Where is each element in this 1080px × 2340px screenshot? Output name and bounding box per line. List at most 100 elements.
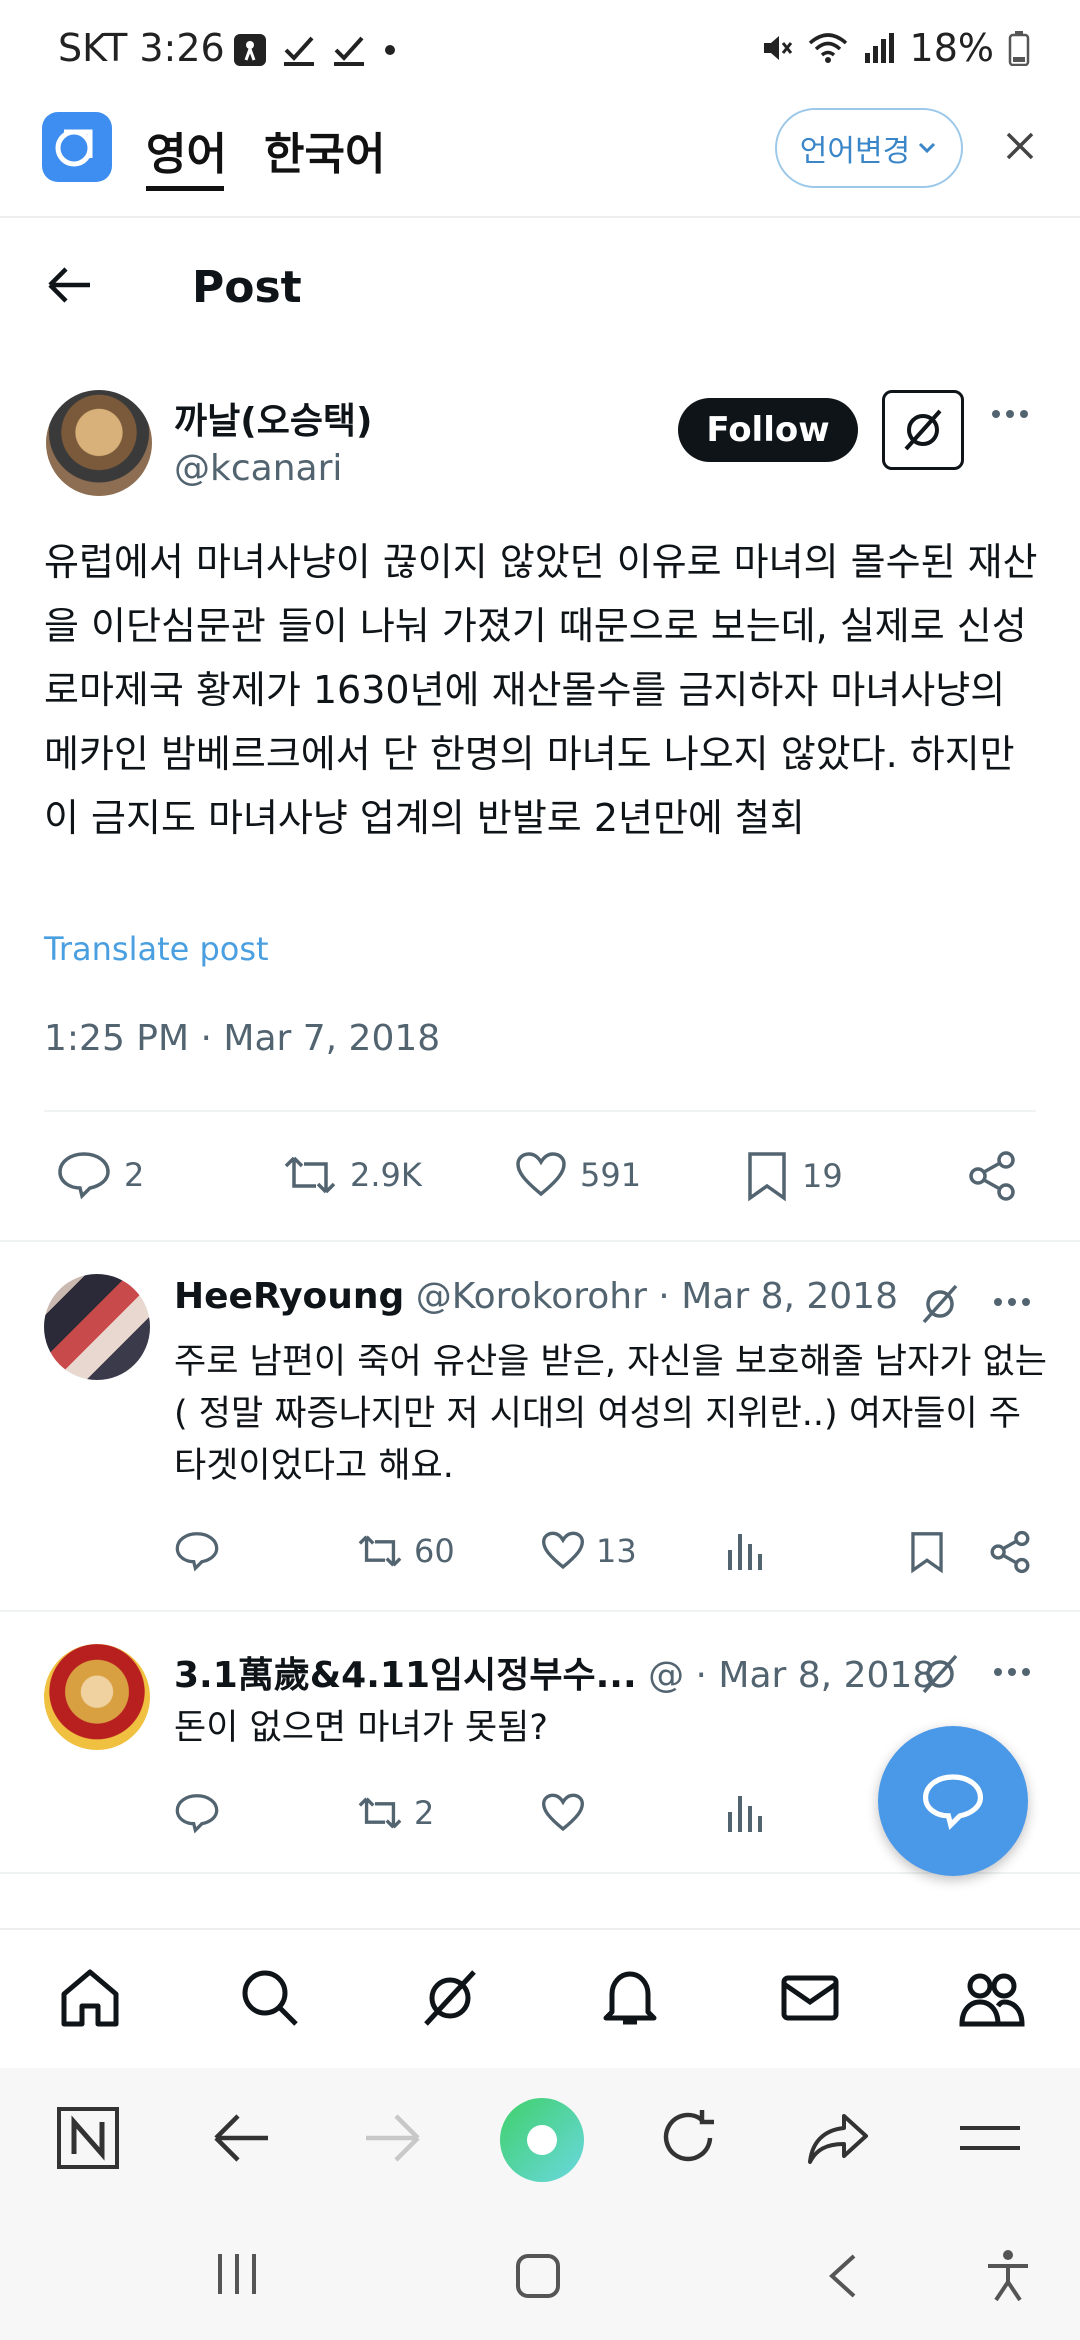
reply-handle-date[interactable]: @Korokorohr · Mar 8, 2018 [416,1276,898,1317]
reply-like-button[interactable] [540,1792,586,1834]
mail-icon [781,1975,839,2021]
system-navigation-bar [0,2208,1080,2340]
nav-notifications[interactable] [598,1966,662,2030]
arrow-right-icon [366,2114,420,2162]
green-dot-button[interactable] [500,2098,584,2182]
grok-icon [904,409,942,451]
naver-home-button[interactable] [56,2106,120,2170]
reply-more-button[interactable] [992,1666,1032,1678]
reply-like-button[interactable]: 13 [540,1530,637,1572]
heart-icon [541,1531,585,1570]
reply-bookmark-button[interactable] [908,1530,946,1574]
author-handle[interactable]: @kcanari [174,448,342,489]
reply-views-button[interactable] [724,1792,764,1834]
tab-korean[interactable]: 한국어 [264,118,385,182]
back-button[interactable] [46,265,96,305]
reply-avatar[interactable] [44,1274,150,1380]
nav-communities[interactable] [958,1966,1026,2030]
reply-repost-button[interactable]: 2 [356,1792,434,1834]
browser-forward-button[interactable] [362,2112,422,2164]
forward-share-icon [808,2114,868,2164]
views-icon [728,1796,762,1832]
reply-handle-date[interactable]: @ · Mar 8, 2018 [648,1655,935,1696]
share-page-button[interactable] [806,2112,870,2166]
close-translate-button[interactable] [1000,126,1040,166]
reply-header: 3.1萬歲&4.11임시정부수... @ · Mar 8, 2018 [174,1646,935,1698]
bookmark-stat[interactable]: 19 [744,1150,843,1202]
more-options-button[interactable] [990,408,1030,420]
reply-stat[interactable]: 2 [56,1150,144,1200]
bell-icon [603,1971,657,2025]
status-right: 18% [760,26,1030,70]
nav-grok[interactable] [418,1966,482,2030]
nav-messages[interactable] [778,1966,842,2030]
reply-grok-button[interactable] [918,1652,962,1696]
translate-bar: 영어 한국어 언어변경 [0,100,1080,218]
reply-reply-button[interactable] [174,1792,220,1834]
system-back-button[interactable] [826,2252,858,2300]
heart-icon [541,1793,585,1832]
reply-views-button[interactable] [724,1530,764,1572]
accessibility-button[interactable] [984,2248,1032,2304]
reply-icon [175,1532,219,1572]
change-language-button[interactable]: 언어변경 [775,108,963,188]
naver-n-icon [57,2107,119,2169]
recent-apps-button[interactable] [214,2252,260,2296]
browser-back-button[interactable] [212,2112,272,2164]
author-avatar[interactable] [46,390,152,496]
reply-repost-button[interactable]: 60 [356,1530,455,1572]
green-dot-icon [527,2125,557,2155]
compose-reply-fab[interactable] [878,1726,1028,1876]
translate-post-link[interactable]: Translate post [44,930,269,968]
page-title: Post [192,262,302,313]
reload-icon [663,2110,714,2162]
grok-button[interactable] [882,390,964,470]
arrow-left-icon [48,267,90,303]
nav-home[interactable] [58,1966,122,2030]
reply-more-button[interactable] [992,1296,1032,1308]
dot-icon [385,45,395,55]
bookmark-count: 19 [802,1157,843,1195]
home-square-icon [516,2254,560,2298]
check-icon [284,36,314,66]
reply-author-name[interactable]: 3.1萬歲&4.11임시정부수... [174,1655,637,1696]
notification-icons [232,32,398,68]
status-time: SKT 3:26 [58,26,225,70]
bookmark-icon [748,1152,786,1202]
reply-count: 2 [124,1156,145,1194]
home-icon [61,1969,119,2027]
wifi-icon [808,33,847,63]
nav-search[interactable] [238,1966,302,2030]
views-icon [728,1534,762,1570]
reply-author-name[interactable]: HeeRyoung [174,1276,404,1317]
reply-icon [58,1152,110,1200]
divider [0,1872,1080,1874]
reply-grok-button[interactable] [918,1282,962,1326]
heart-icon [516,1152,566,1197]
battery-percent: 18% [909,26,994,70]
active-tab-indicator [146,186,224,191]
like-stat[interactable]: 591 [514,1150,641,1200]
check-icon [334,36,364,66]
signal-icon [864,33,894,63]
menu-button[interactable] [958,2118,1022,2158]
close-icon [1006,132,1034,160]
reply-reply-button[interactable] [174,1530,220,1572]
share-button[interactable] [966,1150,1018,1202]
like-count: 591 [580,1156,642,1194]
reply-text: 주로 남편이 죽어 유산을 받은, 자신을 보호해줄 남자가 없는( 정말 짜증… [174,1342,1047,1486]
follow-button[interactable]: Follow [678,398,858,462]
search-icon [242,1970,298,2026]
repost-stat[interactable]: 2.9K [282,1150,422,1200]
browser-toolbar [0,2068,1080,2208]
home-system-button[interactable] [514,2252,562,2300]
post-text: 유럽에서 마녀사냥이 끊이지 않았던 이유로 마녀의 몰수된 재산을 이단심문관… [44,540,1038,840]
chevron-left-icon [829,2254,856,2298]
status-bar: SKT 3:26 18% [0,0,1080,100]
tab-english[interactable]: 영어 [146,118,227,182]
reload-button[interactable] [658,2108,720,2170]
grok-icon [424,1970,476,2026]
author-name[interactable]: 까날(오승택) [174,392,373,444]
reply-share-button[interactable] [988,1530,1032,1574]
reply-avatar[interactable] [44,1644,150,1750]
